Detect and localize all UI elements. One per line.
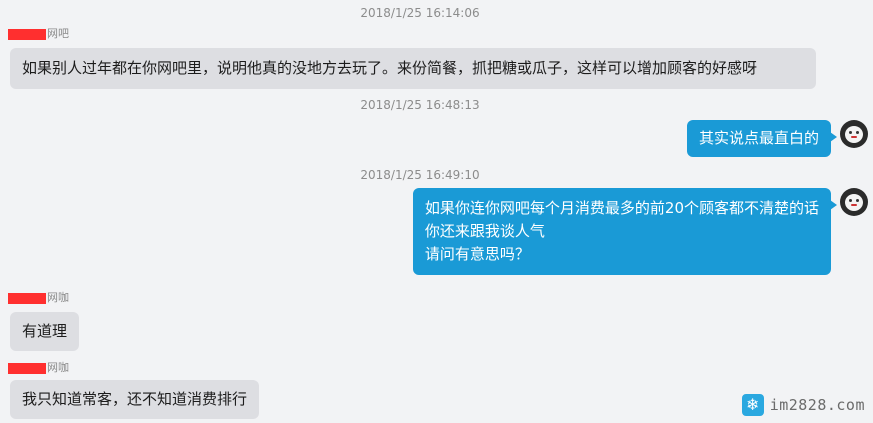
outgoing-message-bubble[interactable]: 其实说点最直白的: [686, 120, 838, 157]
user-avatar[interactable]: [840, 120, 868, 148]
avatar-face-icon: [845, 126, 863, 143]
message-text: 其实说点最直白的: [698, 129, 819, 147]
redacted-name: [8, 292, 46, 304]
message-text-line: 请问有意思吗？: [424, 245, 530, 263]
sender-name: 网吧: [47, 27, 69, 40]
sender-name: 网咖: [47, 361, 69, 374]
redacted-name: [8, 362, 46, 374]
sender-label: 网咖: [8, 292, 69, 304]
avatar-face-icon: [845, 194, 863, 211]
message-text: 如果别人过年都在你网吧里，说明他真的没地方去玩了。来份简餐，抓把糖或瓜子，这样可…: [22, 59, 758, 77]
message-text: 我只知道常客，还不知道消费排行: [22, 390, 248, 408]
sender-name: 网咖: [47, 291, 69, 304]
timestamp: 2018/1/25 16:48:13: [360, 98, 480, 112]
outgoing-message-bubble[interactable]: 如果你连你网吧每个月消费最多的前20个顾客都不清楚的话 你还来跟我谈人气 请问有…: [412, 188, 838, 275]
timestamp: 2018/1/25 16:14:06: [360, 6, 480, 20]
snowflake-icon: ❄: [741, 394, 764, 416]
message-text-line: 如果你连你网吧每个月消费最多的前20个顾客都不清楚的话: [424, 199, 819, 217]
timestamp: 2018/1/25 16:49:10: [360, 168, 480, 182]
watermark: ❄ im2828.com: [741, 392, 865, 418]
message-text: 有道理: [22, 322, 68, 340]
incoming-message-bubble[interactable]: 我只知道常客，还不知道消费排行: [10, 380, 260, 419]
incoming-message-bubble[interactable]: 有道理: [10, 312, 80, 351]
watermark-text: im2828.com: [769, 396, 865, 414]
message-text-line: 你还来跟我谈人气: [424, 222, 545, 240]
incoming-message-bubble[interactable]: 如果别人过年都在你网吧里，说明他真的没地方去玩了。来份简餐，抓把糖或瓜子，这样可…: [10, 48, 816, 89]
sender-label: 网咖: [8, 362, 69, 374]
redacted-name: [8, 28, 46, 40]
user-avatar[interactable]: [840, 188, 868, 216]
sender-label: 网吧: [8, 28, 69, 40]
